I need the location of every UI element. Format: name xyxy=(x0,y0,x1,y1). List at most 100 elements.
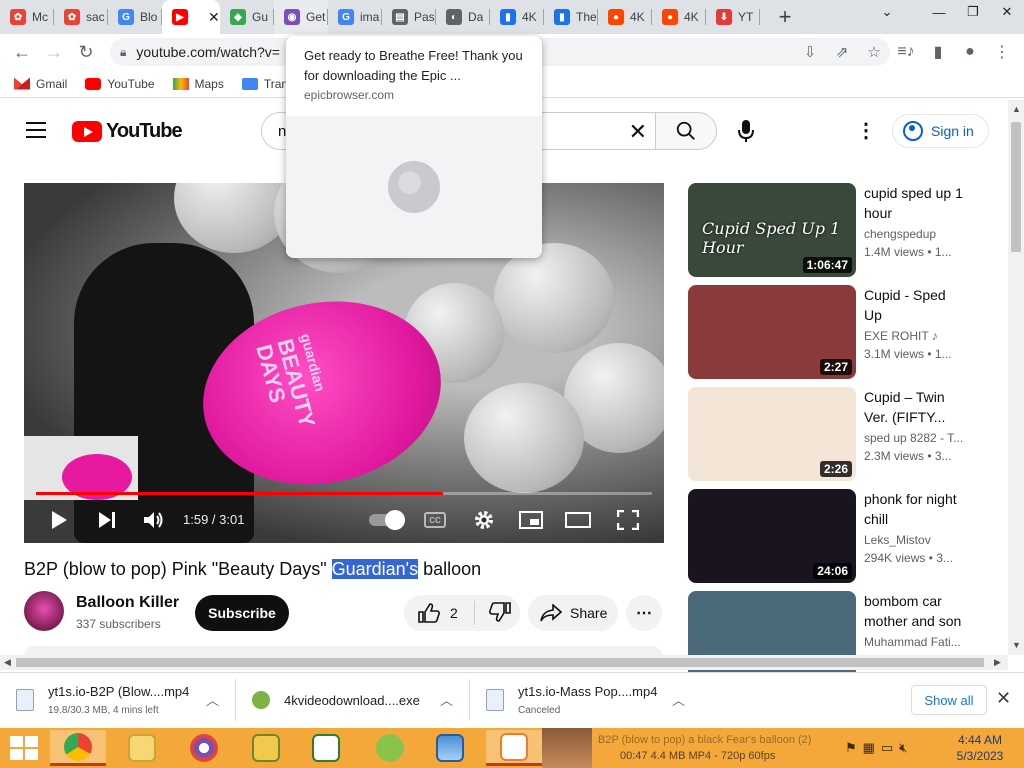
browser-tab[interactable]: ✿ Mc xyxy=(0,0,54,34)
theater-mode-button[interactable] xyxy=(565,501,591,539)
taskbar-app[interactable] xyxy=(238,730,294,766)
bookmark-gmail[interactable]: Gmail xyxy=(14,77,67,91)
browser-tab[interactable]: G Blo xyxy=(108,0,162,34)
browser-tab[interactable]: ◐ Da xyxy=(436,0,490,34)
browser-tab[interactable]: ● 4K xyxy=(598,0,652,34)
recommended-title[interactable]: Cupid - Sped Up xyxy=(864,285,974,325)
horizontal-scrollbar[interactable]: ◀ ▶ xyxy=(0,655,1008,670)
youtube-logo[interactable]: YouTube xyxy=(72,120,183,143)
scroll-right-arrow[interactable]: ▶ xyxy=(994,657,1001,668)
video-thumbnail[interactable]: 2:26 xyxy=(688,387,856,481)
horizontal-scroll-thumb[interactable] xyxy=(16,658,984,667)
close-window-button[interactable]: ✕ xyxy=(990,0,1024,24)
next-button[interactable] xyxy=(96,501,118,539)
system-clock[interactable]: 4:44 AM 5/3/2023 xyxy=(950,732,1010,764)
taskbar-app[interactable] xyxy=(362,730,418,766)
media-control-icon[interactable]: ≡♪ xyxy=(890,36,922,68)
tab-search-icon[interactable]: ⌄ xyxy=(870,0,904,24)
install-icon[interactable]: ⇩ xyxy=(794,43,826,61)
sign-in-button[interactable]: Sign in xyxy=(892,114,989,148)
minimize-button[interactable]: — xyxy=(922,0,956,24)
profile-icon[interactable]: ● xyxy=(954,36,986,68)
tray-overflow-icon[interactable]: ⚑ xyxy=(845,740,857,756)
video-thumbnail[interactable] xyxy=(688,591,856,685)
taskbar-epic-browser[interactable] xyxy=(176,730,232,766)
more-actions-button[interactable]: ⋯ xyxy=(626,595,662,631)
subscribe-button[interactable]: Subscribe xyxy=(195,595,289,631)
browser-tab[interactable]: ▶ ✕ xyxy=(162,0,220,34)
vertical-scroll-thumb[interactable] xyxy=(1011,122,1021,252)
show-all-button[interactable]: Show all xyxy=(911,685,987,715)
recommended-video[interactable]: bombom car mother and son Muhammad Fati... xyxy=(688,591,988,685)
fullscreen-button[interactable] xyxy=(616,501,640,539)
chevron-up-icon[interactable]: ︿ xyxy=(206,690,219,709)
autoplay-toggle[interactable] xyxy=(369,510,405,530)
side-panel-icon[interactable]: ▮ xyxy=(922,36,954,68)
download-item[interactable]: 4kvideodownload....exe ︿ xyxy=(236,673,470,727)
browser-tab[interactable]: ▮ 4K xyxy=(490,0,544,34)
miniplayer-button[interactable] xyxy=(518,501,544,539)
download-item[interactable]: yt1s.io-Mass Pop....mp4 Canceled ︿ xyxy=(470,673,702,727)
download-item[interactable]: yt1s.io-B2P (Blow....mp4 19.8/30.3 MB, 4… xyxy=(0,673,236,727)
recommended-title[interactable]: bombom car mother and son xyxy=(864,591,974,631)
chevron-up-icon[interactable]: ︿ xyxy=(440,690,453,709)
recommended-title[interactable]: Cupid – Twin Ver. (FIFTY... xyxy=(864,387,974,427)
recommended-channel[interactable]: Muhammad Fati... xyxy=(864,635,984,649)
settings-more-icon[interactable]: ⋮ xyxy=(856,118,876,143)
recommended-video[interactable]: 2:26 Cupid – Twin Ver. (FIFTY... sped up 82… xyxy=(688,387,988,481)
like-button[interactable]: 2 xyxy=(404,603,474,623)
video-thumbnail[interactable]: 24:06 xyxy=(688,489,856,583)
reload-button[interactable]: ↻ xyxy=(70,36,102,68)
browser-tab[interactable]: ✿ sac xyxy=(54,0,108,34)
video-thumbnail[interactable]: 2:27 xyxy=(688,285,856,379)
taskbar-app[interactable] xyxy=(298,730,354,766)
browser-tab[interactable]: ▤ Pas xyxy=(382,0,436,34)
vertical-scrollbar[interactable]: ▲ ▼ xyxy=(1008,100,1024,655)
recommended-channel[interactable]: sped up 8282 - T... xyxy=(864,431,984,445)
bookmark-youtube[interactable]: YouTube xyxy=(85,77,155,91)
close-shelf-icon[interactable]: ✕ xyxy=(996,688,1011,709)
network-icon[interactable]: ▦ xyxy=(863,740,875,756)
volume-muted-icon[interactable]: 🔇︎ xyxy=(899,740,907,756)
browser-tab[interactable]: ● 4K xyxy=(652,0,706,34)
video-thumbnail[interactable]: Cupid Sped Up 1 Hour 1:06:47 xyxy=(688,183,856,277)
browser-tab[interactable]: Gima xyxy=(328,0,382,34)
windows-start-icon[interactable] xyxy=(10,736,38,760)
scroll-left-arrow[interactable]: ◀ xyxy=(4,657,11,668)
recommended-title[interactable]: phonk for night chill xyxy=(864,489,974,529)
channel-name[interactable]: Balloon Killer xyxy=(76,594,179,612)
taskbar-chrome[interactable] xyxy=(50,730,106,766)
taskbar-app[interactable] xyxy=(422,730,478,766)
recommended-channel[interactable]: Leks_Mistov xyxy=(864,533,984,547)
close-tab-icon[interactable]: ✕ xyxy=(208,9,220,26)
new-tab-button[interactable]: + xyxy=(768,0,802,34)
browser-tab[interactable]: ▮ The xyxy=(544,0,598,34)
recommended-video[interactable]: Cupid Sped Up 1 Hour 1:06:47 cupid sped up… xyxy=(688,183,988,277)
recommended-channel[interactable]: EXE ROHIT ♪ xyxy=(864,329,984,343)
recommended-video[interactable]: 24:06 phonk for night chill Leks_Mistov 294K… xyxy=(688,489,988,583)
scroll-down-arrow[interactable]: ▼ xyxy=(1012,640,1021,650)
battery-icon[interactable]: ▭ xyxy=(881,740,893,756)
back-button[interactable]: ← xyxy=(6,36,38,68)
search-button[interactable] xyxy=(655,112,717,150)
bookmark-translate[interactable]: Tran xyxy=(241,77,288,91)
restore-button[interactable]: ❐ xyxy=(956,0,990,24)
chrome-menu-icon[interactable]: ⋮ xyxy=(986,36,1018,68)
browser-tab[interactable]: ⬇ YT xyxy=(706,0,760,34)
voice-search-button[interactable] xyxy=(730,114,762,148)
volume-button[interactable] xyxy=(142,501,166,539)
channel-avatar[interactable] xyxy=(24,591,64,631)
bookmark-star-icon[interactable]: ☆ xyxy=(858,43,890,61)
taskbar-media-player[interactable] xyxy=(486,730,542,766)
recommended-video[interactable]: 2:27 Cupid - Sped Up EXE ROHIT ♪ 3.1M views … xyxy=(688,285,988,379)
progress-bar[interactable] xyxy=(36,492,652,495)
share-button[interactable]: Share xyxy=(528,595,618,631)
taskbar-file-explorer[interactable] xyxy=(114,730,170,766)
recommended-title[interactable]: cupid sped up 1 hour xyxy=(864,183,974,223)
settings-button[interactable] xyxy=(472,501,496,539)
forward-button[interactable]: → xyxy=(38,36,70,68)
play-button[interactable] xyxy=(48,501,70,539)
dislike-button[interactable] xyxy=(475,601,511,625)
chevron-up-icon[interactable]: ︿ xyxy=(672,690,685,709)
menu-icon[interactable] xyxy=(26,122,46,138)
